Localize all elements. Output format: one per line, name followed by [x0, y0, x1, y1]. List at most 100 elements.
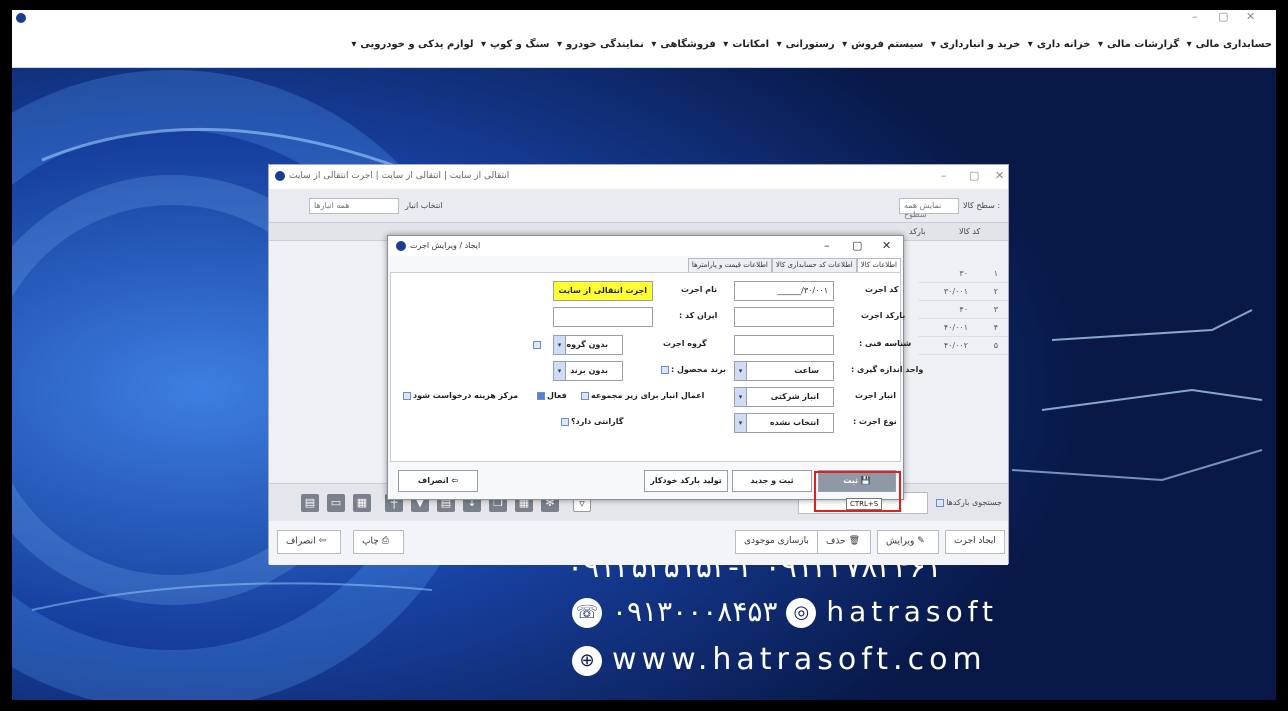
create-button[interactable]: ایجاد اجرت [945, 530, 1005, 554]
table-row[interactable]: ۲ ۳۰/۰۰۱ [918, 283, 1008, 301]
delete-button[interactable]: حذف 🗑 [817, 530, 871, 554]
warehouse-select[interactable]: ▾ انبار شرکتی [734, 387, 834, 407]
iran-code-label: ایران کد : [679, 311, 718, 320]
barcode-input[interactable] [734, 307, 834, 327]
calculator-icon[interactable]: ▦ [353, 494, 371, 512]
cost-center-checkbox[interactable] [403, 391, 411, 400]
menu-item-store[interactable]: فروشگاهی [660, 39, 715, 50]
code-label: کد اجرت [865, 285, 899, 294]
instagram-icon: ◎ [786, 598, 817, 628]
tech-id-input[interactable] [734, 335, 834, 355]
dialog-minimize-button[interactable]: – [824, 239, 830, 252]
barcode-search-checkbox[interactable] [936, 498, 945, 507]
close-button[interactable]: ✕ [1246, 10, 1255, 23]
warehouse-label: انبار اجرت [855, 391, 896, 400]
column-header-barcode: بارکد [909, 227, 926, 236]
dialog-logo-icon [396, 241, 406, 251]
menu-item-stone[interactable]: سنگ و کوپ [490, 39, 549, 50]
group-filter-checkbox[interactable] [533, 341, 541, 349]
cost-center-option[interactable]: مرکز هزینه درخواست شود [401, 391, 518, 400]
warranty-option[interactable]: گارانتی دارد؟ [559, 417, 623, 426]
print-button[interactable]: چاپ ⎙ [353, 530, 404, 554]
table-row[interactable]: ۱ ۳۰ [918, 265, 1008, 283]
dropdown-arrow-icon: ▾ [735, 362, 747, 380]
edit-button[interactable]: ویرایش ✎ [877, 530, 940, 554]
filter-bar: همه انبارها انتخاب انبار نمایش همه سطوح … [269, 189, 1008, 223]
menu-item-reports[interactable]: گزارشات مالی [1107, 39, 1179, 50]
active-checkbox[interactable] [537, 391, 545, 400]
dialog-cancel-button[interactable]: انصراف ⇦ [398, 470, 478, 492]
warehouse-label: انتخاب انبار [405, 201, 443, 210]
window-cancel-button[interactable]: انصراف ⇦ [277, 530, 341, 554]
print-icon: ⎙ [381, 536, 389, 546]
menu-item-car-agency[interactable]: نمایندگی خودرو [566, 39, 644, 50]
type-label: نوع اجرت : [853, 417, 897, 426]
level-select[interactable]: نمایش همه سطوح [899, 198, 959, 219]
type-select[interactable]: ▾ انتخاب نشده [734, 413, 834, 433]
level-label: سطح کالا : [963, 201, 1001, 210]
brand-checkbox[interactable] [661, 365, 669, 374]
tab-price-params[interactable]: اطلاعات قیمت و پارامترها [687, 258, 772, 272]
trash-icon: 🗑 [848, 536, 861, 546]
window-minimize-button[interactable]: – [941, 169, 947, 182]
id-card-icon[interactable]: ▭ [327, 494, 345, 512]
dialog-maximize-button[interactable]: ▢ [852, 239, 862, 252]
table-row[interactable]: ۳ ۴۰ [918, 301, 1008, 319]
window-close-button[interactable]: ✕ [995, 169, 1004, 182]
table-row[interactable]: ۴ ۴۰/۰۰۱ [918, 319, 1008, 337]
window-titlebar: انتقالی از سایت | انتقالی از سایت | اجرت… [269, 165, 1008, 189]
menu-item-purchase[interactable]: خرید و انبارداری [940, 39, 1020, 50]
group-label: گروه اجرت [663, 339, 707, 348]
rebuild-stock-button[interactable]: بازسازی موجودی [735, 530, 818, 554]
tech-id-label: شناسه فنی : [859, 339, 912, 348]
submit-new-button[interactable]: ثبت و جدید [732, 470, 812, 492]
group-select[interactable]: ▾ بدون گروه [553, 335, 623, 355]
maximize-button[interactable]: ▢ [1218, 10, 1228, 23]
menu-item-accounting[interactable]: حسابداری مالی [1196, 39, 1272, 50]
generate-barcode-button[interactable]: تولید بارکد خودکار [644, 470, 728, 492]
menu-item-spare-parts[interactable]: لوازم یدکی و خودرویی [360, 39, 473, 50]
iran-code-input[interactable] [553, 307, 653, 327]
menu-item-tools[interactable]: امکانات [732, 39, 769, 50]
window-logo-icon [275, 171, 285, 181]
brand-website: ⊕ www.hatrasoft.com [572, 642, 987, 677]
unit-label: واحد اندازه گیری : [851, 365, 924, 374]
code-input[interactable]: ۳۰/۰۰۱/______ [734, 281, 834, 301]
dialog-titlebar: ایجاد / ویرایش اجرت – ▢ ✕ [388, 236, 903, 256]
warehouse-select[interactable]: همه انبارها [309, 198, 399, 214]
warranty-checkbox[interactable] [561, 417, 569, 426]
table-row[interactable]: ۵ ۴۰/۰۰۲ [918, 337, 1008, 355]
barcode-label: بارکد اجرت [861, 311, 906, 320]
minimize-button[interactable]: – [1192, 10, 1198, 23]
tab-accounting-code[interactable]: اطلاعات کد حسابداری کالا [771, 258, 857, 272]
dropdown-arrow-icon: ▾ [554, 336, 566, 354]
back-arrow-icon: ⇦ [451, 476, 459, 485]
dialog-tabs: اطلاعات کالااطلاعات کد حسابداری کالااطلا… [687, 258, 901, 272]
printer-icon[interactable]: ▤ [301, 494, 319, 512]
brand-label: برند محصول : [659, 365, 726, 374]
apply-sub-checkbox[interactable] [581, 391, 589, 400]
phone-icon: ☏ [572, 598, 602, 628]
menu-item-restaurant[interactable]: رستورانی [786, 39, 835, 50]
edit-wage-dialog: ایجاد / ویرایش اجرت – ▢ ✕ اطلاعات کالااط… [387, 235, 923, 500]
name-input[interactable]: اجرت انتقالی از سایت [553, 281, 653, 301]
dropdown-arrow-icon: ▾ [735, 388, 747, 406]
brand-select[interactable]: ▾ بدون برند [553, 361, 623, 381]
apply-sub-option[interactable]: اعمال انبار برای زیر مجموعه [579, 391, 704, 400]
active-option[interactable]: فعال [535, 391, 567, 400]
window-title: انتقالی از سایت | انتقالی از سایت | اجرت… [289, 171, 510, 181]
menu-item-sales[interactable]: سیستم فروش [851, 39, 923, 50]
shortcut-tooltip: CTRL+S [846, 498, 883, 510]
window-maximize-button[interactable]: ▢ [969, 169, 979, 182]
edit-icon: ✎ [917, 536, 925, 546]
back-arrow-icon: ⇦ [318, 536, 327, 546]
app-logo-icon [16, 13, 26, 23]
unit-select[interactable]: ▾ ساعت [734, 361, 834, 381]
name-label: نام اجرت [681, 285, 718, 294]
dialog-form: کد اجرت ۳۰/۰۰۱/______ نام اجرت اجرت انتق… [390, 272, 923, 462]
dialog-title: ایجاد / ویرایش اجرت [410, 241, 481, 250]
menu-item-treasury[interactable]: خزانه داری [1037, 39, 1091, 50]
app-menubar: – ▢ ✕ حسابداری مالی▾ گزارشات مالی▾ خزانه… [12, 10, 1276, 68]
tab-item-info[interactable]: اطلاعات کالا [856, 258, 901, 272]
dialog-close-button[interactable]: ✕ [882, 239, 891, 252]
